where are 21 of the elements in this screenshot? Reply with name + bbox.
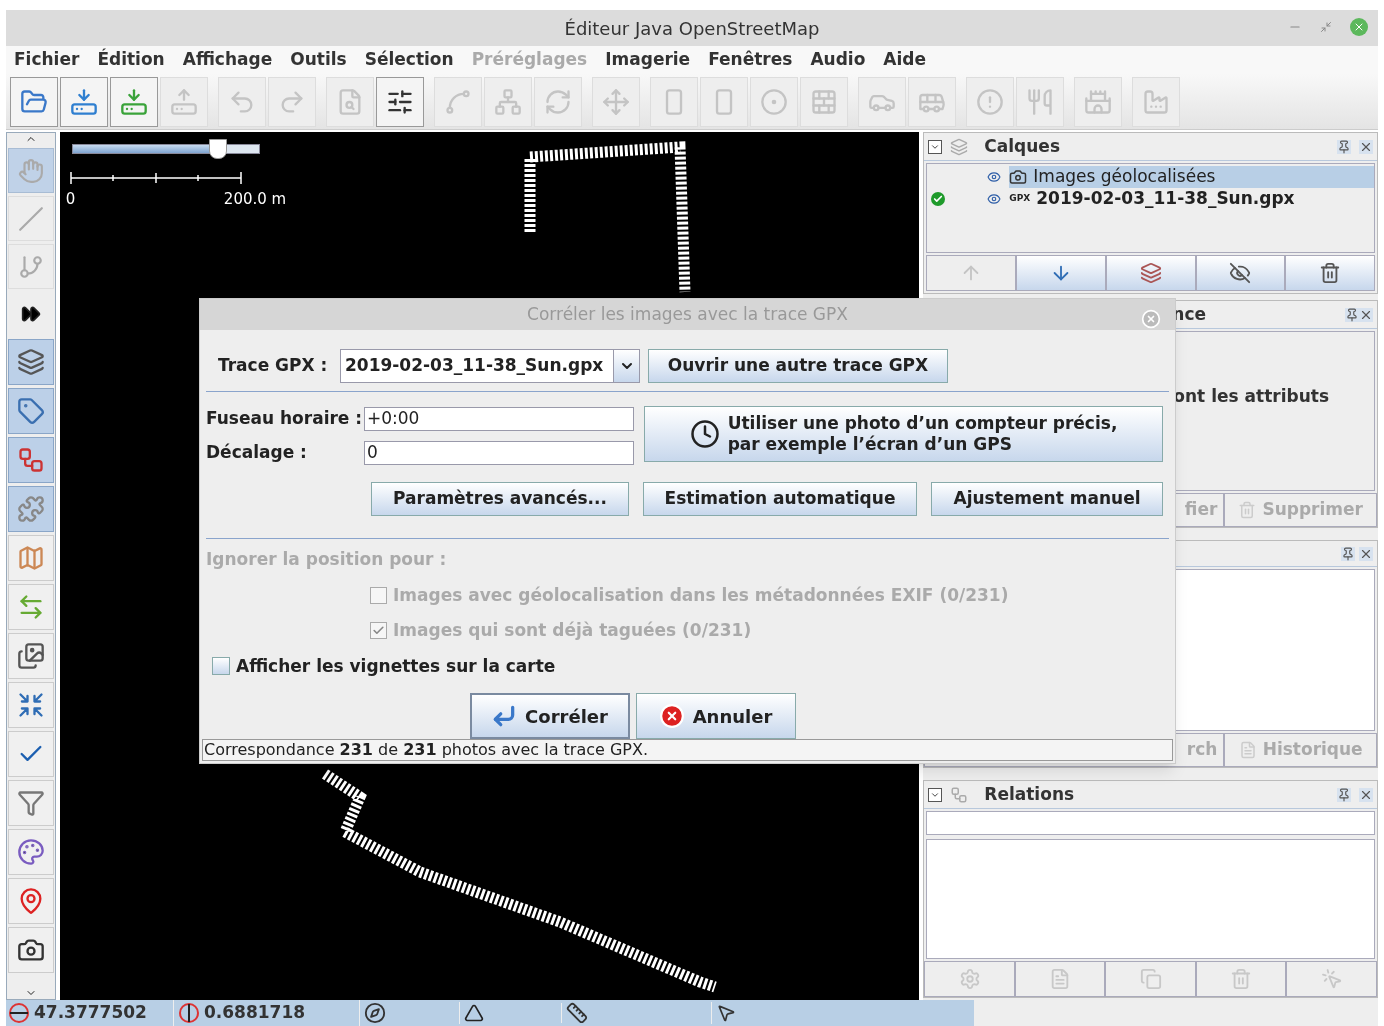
dialog-status: Correspondance 231 de 231 photos avec la trace GPX. [202, 739, 1173, 761]
button-text: Utiliser une photo d’un compteur précis, par exemple l’écran d’un GPS [727, 413, 1118, 455]
scale-end-label: 200.0 m [223, 189, 287, 210]
longitude-value: 0.6881718 [204, 1001, 306, 1025]
panel-title: Relations [984, 782, 1075, 806]
track-label: Trace GPX : [218, 354, 329, 378]
window-title: Éditeur Java OpenStreetMap [564, 16, 820, 41]
latitude-value: 47.3777502 [34, 1001, 147, 1025]
panel-title: Calques [984, 134, 1061, 158]
gpx-label: GPX [1009, 192, 1031, 206]
scale-start-label: 0 [65, 189, 76, 210]
dialog-title: Corréler les images avec la trace GPX [527, 302, 848, 326]
track-value: 2019-02-03_11-38_Sun.gpx [344, 354, 605, 378]
checkbox-label: Images qui sont déjà taguées (0/231) [393, 619, 752, 642]
checkbox-label: Afficher les vignettes sur la carte [236, 654, 556, 678]
layer-name: 2019-02-03_11-38_Sun.gpx [1036, 187, 1295, 211]
checkbox-label: Images avec géolocalisation dans les métadonnées EXIF (0/231) [393, 583, 1009, 607]
field-label: Décalage : [206, 441, 308, 465]
field-label: Fuseau horaire : [206, 407, 364, 431]
ignore-label: Ignorer la position pour : [206, 548, 448, 571]
layer-name: Images géolocalisées [1033, 165, 1216, 189]
